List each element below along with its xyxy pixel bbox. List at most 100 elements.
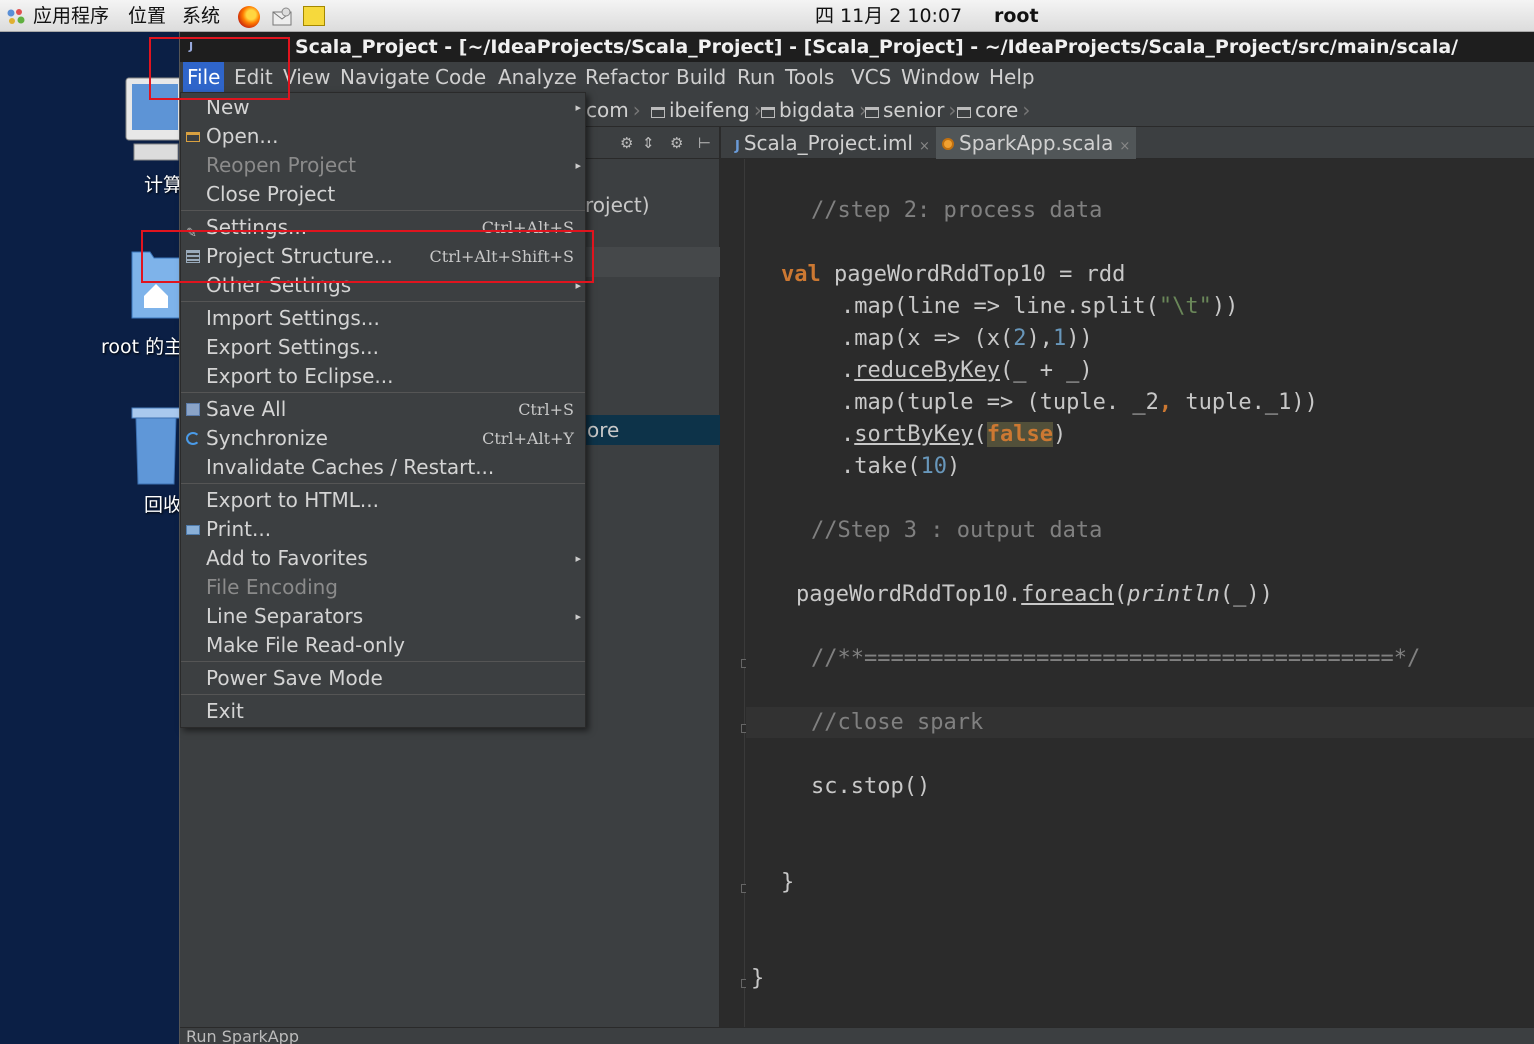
submenu-arrow-icon: ▸ (575, 279, 581, 292)
menu-item-export-eclipse[interactable]: Export to Eclipse... (181, 362, 585, 391)
collapse-icon[interactable]: ⇕ (642, 134, 655, 152)
menu-item-new[interactable]: New ▸ (181, 93, 585, 122)
trash-label: 回收 (144, 494, 183, 516)
menu-window[interactable]: Window (897, 62, 984, 93)
folder-icon (865, 107, 879, 118)
menu-item-import-settings[interactable]: Import Settings... (181, 304, 585, 333)
menu-item-invalidate-caches[interactable]: Invalidate Caches / Restart... (181, 453, 585, 482)
home-folder-icon[interactable] (130, 244, 182, 320)
panel-clock[interactable]: 四 11月 2 10:07 (815, 3, 962, 29)
menu-bar: File Edit View Navigate Code Analyze Ref… (180, 62, 1534, 93)
system-menu[interactable]: 系统 (182, 3, 220, 29)
folder-icon (761, 107, 775, 118)
code-line: pageWordRddTop10.foreach(println(_)) (796, 582, 1273, 607)
code-line: //**====================================… (811, 646, 1421, 671)
settings-icon[interactable]: ⚙ (620, 134, 633, 152)
menu-item-file-encoding[interactable]: File Encoding (181, 573, 585, 602)
close-icon[interactable]: × (919, 139, 930, 154)
menu-separator (181, 483, 585, 484)
menu-item-settings[interactable]: ✎ Settings... Ctrl+Alt+S (181, 213, 585, 242)
menu-navigate[interactable]: Navigate (336, 62, 434, 93)
breadcrumb-label: senior (883, 98, 945, 122)
top-panel: 应用程序 位置 系统 四 11月 2 10:07 root (0, 0, 1534, 32)
tab-label: Scala_Project.iml (743, 131, 913, 155)
tree-row-label: ore (587, 418, 620, 442)
scala-file-icon (942, 138, 954, 150)
code-line: .reduceByKey(_ + _) (841, 358, 1093, 383)
window-title: Scala_Project - [~/IdeaProjects/Scala_Pr… (295, 36, 1459, 58)
menu-item-export-html[interactable]: Export to HTML... (181, 486, 585, 515)
applications-menu[interactable]: 应用程序 (33, 3, 109, 29)
tab-scala-project-iml[interactable]: J Scala_Project.iml × (729, 127, 936, 159)
trash-icon[interactable] (130, 404, 182, 486)
computer-icon[interactable] (124, 76, 186, 170)
breadcrumb-com[interactable]: com › (586, 93, 641, 127)
menu-item-other-settings[interactable]: Other Settings ▸ (181, 271, 585, 300)
menu-item-open[interactable]: Open... (181, 122, 585, 151)
breadcrumb-ibeifeng[interactable]: ibeifeng › (651, 93, 762, 127)
hide-panel-icon[interactable]: ⊢ (698, 134, 711, 152)
menu-item-exit[interactable]: Exit (181, 697, 585, 726)
code-editor[interactable]: //step 2: process data val pageWordRddTo… (746, 159, 1534, 1032)
menu-refactor[interactable]: Refactor (581, 62, 673, 93)
menu-item-reopen-project[interactable]: Reopen Project ▸ (181, 151, 585, 180)
menu-item-project-structure[interactable]: Project Structure... Ctrl+Alt+Shift+S (181, 242, 585, 271)
folder-icon (957, 107, 971, 118)
menu-item-line-separators[interactable]: Line Separators ▸ (181, 602, 585, 631)
project-structure-icon (186, 250, 200, 263)
menu-item-power-save[interactable]: Power Save Mode (181, 664, 585, 693)
sync-icon (186, 432, 200, 445)
window-title-bar[interactable]: J Scala_Project - [~/IdeaProjects/Scala_… (180, 32, 1534, 62)
wrench-icon: ✎ (186, 226, 197, 241)
menu-view[interactable]: View (279, 62, 334, 93)
menu-item-make-readonly[interactable]: Make File Read-only (181, 631, 585, 660)
menu-separator (181, 301, 585, 302)
close-icon[interactable]: × (1119, 139, 1130, 154)
code-line: .take(10) (841, 454, 961, 479)
tab-sparkapp-scala[interactable]: SparkApp.scala × (936, 127, 1137, 159)
menu-vcs[interactable]: VCS (847, 62, 895, 93)
panel-user[interactable]: root (994, 3, 1039, 29)
mail-icon[interactable] (271, 6, 293, 28)
menu-separator (181, 661, 585, 662)
applications-logo-icon[interactable] (6, 8, 26, 26)
folder-open-icon (186, 132, 200, 142)
menu-file[interactable]: File (183, 62, 225, 93)
menu-build[interactable]: Build (672, 62, 730, 93)
firefox-icon[interactable] (238, 6, 260, 28)
submenu-arrow-icon: ▸ (575, 101, 581, 114)
submenu-arrow-icon: ▸ (575, 610, 581, 623)
code-line: } (751, 966, 765, 991)
breadcrumb-senior[interactable]: senior › (865, 93, 956, 127)
breadcrumb-label: bigdata (779, 98, 855, 122)
code-line: .map(tuple => (tuple. _2, tuple._1)) (841, 390, 1318, 415)
breadcrumb-core[interactable]: core › (957, 93, 1030, 127)
code-line: //Step 3 : output data (811, 518, 1103, 543)
gear-icon[interactable]: ⚙ (670, 134, 683, 152)
menu-item-print[interactable]: Print... (181, 515, 585, 544)
menu-item-add-favorites[interactable]: Add to Favorites ▸ (181, 544, 585, 573)
tree-row-label: roject) (585, 193, 650, 217)
breadcrumb-bigdata[interactable]: bigdata › (761, 93, 867, 127)
menu-item-save-all[interactable]: Save All Ctrl+S (181, 395, 585, 424)
menu-run[interactable]: Run (733, 62, 779, 93)
places-menu[interactable]: 位置 (128, 3, 166, 29)
menu-separator (181, 694, 585, 695)
menu-edit[interactable]: Edit (230, 62, 277, 93)
menu-tools[interactable]: Tools (781, 62, 838, 93)
menu-code[interactable]: Code (431, 62, 490, 93)
code-line: //close spark (811, 710, 984, 735)
menu-item-synchronize[interactable]: Synchronize Ctrl+Alt+Y (181, 424, 585, 453)
module-icon: J (735, 139, 740, 154)
tab-label: SparkApp.scala (959, 131, 1114, 155)
menu-analyze[interactable]: Analyze (494, 62, 581, 93)
folder-icon (651, 107, 665, 118)
menu-help[interactable]: Help (985, 62, 1039, 93)
notes-icon[interactable] (303, 6, 325, 26)
code-line: //step 2: process data (811, 198, 1103, 223)
menu-item-export-settings[interactable]: Export Settings... (181, 333, 585, 362)
code-line: } (781, 870, 795, 895)
menu-separator (181, 392, 585, 393)
menu-item-close-project[interactable]: Close Project (181, 180, 585, 209)
home-label: root 的主 (101, 336, 184, 358)
